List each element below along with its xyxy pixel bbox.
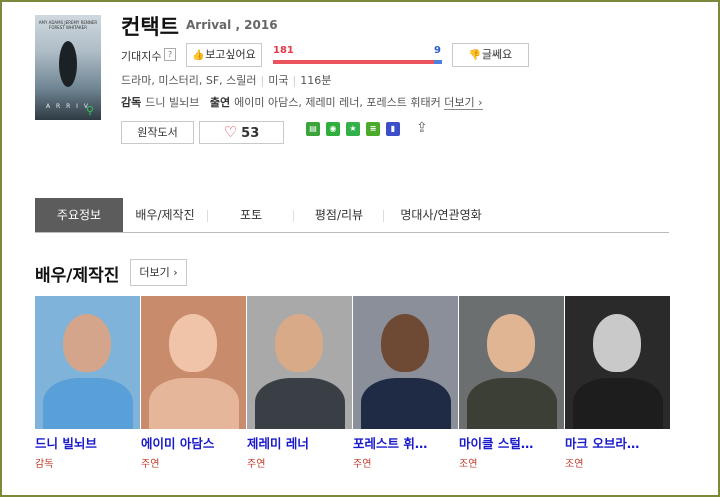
genre-1[interactable]: 드라마 bbox=[121, 74, 151, 87]
tab-main-info[interactable]: 주요정보 bbox=[35, 198, 123, 232]
cast-link[interactable]: 에이미 아담스, 제레미 레너, 포레스트 휘태커 bbox=[234, 96, 441, 109]
person-name-link[interactable]: 포레스트 휘… bbox=[353, 433, 458, 452]
like-button[interactable]: ♡ 53 bbox=[199, 121, 284, 144]
original-book-button[interactable]: 원작도서 bbox=[121, 121, 194, 144]
person-role: 조연 bbox=[459, 459, 478, 470]
person-photo[interactable] bbox=[141, 296, 246, 429]
poster-shell-shape bbox=[59, 41, 77, 87]
person-body-shape bbox=[43, 378, 133, 429]
expectation-label: 기대지수 bbox=[121, 50, 162, 63]
person-name-link[interactable]: 에이미 아담스 bbox=[141, 433, 246, 452]
tab-reviews[interactable]: 평점/리뷰 bbox=[299, 198, 379, 232]
thumbs-up-icon: 👍 bbox=[192, 50, 205, 61]
runtime: 116분 bbox=[300, 74, 332, 87]
genre-2[interactable]: 미스터리 bbox=[158, 74, 198, 87]
dislike-button-label: 글쎄요 bbox=[481, 48, 513, 61]
person-face-shape bbox=[593, 314, 641, 372]
person-name-link[interactable]: 마크 오브라… bbox=[565, 433, 670, 452]
tab-photo[interactable]: 포토 bbox=[213, 198, 289, 232]
dislike-ratio-bar bbox=[434, 60, 442, 64]
person-photo[interactable] bbox=[35, 296, 140, 429]
person-face-shape bbox=[275, 314, 323, 372]
country[interactable]: 미국 bbox=[268, 74, 288, 87]
want-button[interactable]: 👍보고싶어요 bbox=[186, 43, 262, 67]
person-body-shape bbox=[149, 378, 239, 429]
want-button-label: 보고싶어요 bbox=[205, 48, 256, 61]
want-count: 181 bbox=[273, 45, 294, 56]
tab-quotes-related[interactable]: 명대사/연관영화 bbox=[389, 198, 493, 232]
like-count: 53 bbox=[241, 126, 260, 141]
movie-title: 컨택트 bbox=[121, 15, 179, 39]
person-photo[interactable] bbox=[459, 296, 564, 429]
director-link[interactable]: 드니 빌뇌브 bbox=[145, 96, 199, 109]
tab-divider bbox=[207, 210, 208, 222]
service-icon-5[interactable]: ▮ bbox=[386, 122, 400, 136]
credits-more-link[interactable]: 더보기 › bbox=[444, 96, 483, 110]
genre-4[interactable]: 스릴러 bbox=[226, 74, 256, 87]
director-label: 감독 bbox=[121, 96, 142, 109]
service-icon-1[interactable]: ▤ bbox=[306, 122, 320, 136]
person-face-shape bbox=[63, 314, 111, 372]
person-face-shape bbox=[169, 314, 217, 372]
service-icon-3[interactable]: ★ bbox=[346, 122, 360, 136]
person-body-shape bbox=[573, 378, 663, 429]
share-icon[interactable]: ⇪ bbox=[416, 120, 428, 136]
dislike-count: 9 bbox=[434, 45, 441, 56]
person-body-shape bbox=[361, 378, 451, 429]
tab-cast-crew[interactable]: 배우/제작진 bbox=[123, 198, 207, 232]
service-icon-4[interactable]: ≡ bbox=[366, 122, 380, 136]
person-body-shape bbox=[255, 378, 345, 429]
section-more-button[interactable]: 더보기 › bbox=[130, 259, 187, 286]
tab-divider bbox=[383, 210, 384, 222]
person-name-link[interactable]: 드니 빌뇌브 bbox=[35, 433, 140, 452]
person-photo[interactable] bbox=[353, 296, 458, 429]
person-body-shape bbox=[467, 378, 557, 429]
tab-divider bbox=[293, 210, 294, 222]
person-face-shape bbox=[381, 314, 429, 372]
service-icon-2[interactable]: ◉ bbox=[326, 122, 340, 136]
dislike-button[interactable]: 👎글쎄요 bbox=[452, 43, 529, 67]
person-name-link[interactable]: 마이클 스털… bbox=[459, 433, 564, 452]
want-ratio-bar bbox=[273, 60, 434, 64]
heart-icon: ♡ bbox=[223, 123, 238, 141]
tab-bar: 주요정보 배우/제작진 포토 평점/리뷰 명대사/연관영화 bbox=[35, 198, 669, 233]
person-role: 주연 bbox=[141, 459, 160, 470]
person-role: 주연 bbox=[353, 459, 372, 470]
thumbs-down-icon: 👎 bbox=[468, 50, 482, 61]
person-role: 감독 bbox=[35, 459, 54, 470]
cast-label: 출연 bbox=[209, 96, 231, 109]
movie-poster[interactable]: AMY ADAMS JEREMY RENNER FOREST WHITAKER … bbox=[35, 15, 101, 120]
poster-top-text: AMY ADAMS JEREMY RENNER FOREST WHITAKER bbox=[38, 20, 98, 30]
person-photo[interactable] bbox=[565, 296, 670, 429]
person-photo[interactable] bbox=[247, 296, 352, 429]
genre-3[interactable]: SF bbox=[206, 74, 219, 87]
genre-line: 드라마, 미스터리, SF, 스릴러 | 미국 | 116분 bbox=[121, 74, 332, 87]
person-face-shape bbox=[487, 314, 535, 372]
magnify-icon[interactable]: ⚲ bbox=[86, 105, 98, 117]
movie-subtitle: Arrival , 2016 bbox=[186, 18, 278, 32]
help-icon[interactable]: ? bbox=[164, 48, 176, 61]
person-name-link[interactable]: 제레미 레너 bbox=[247, 433, 352, 452]
credit-line: 감독 드니 빌뇌브 출연 에이미 아담스, 제레미 레너, 포레스트 휘태커 더보기… bbox=[121, 94, 483, 110]
person-role: 조연 bbox=[565, 459, 584, 470]
section-title: 배우/제작진 bbox=[35, 266, 120, 286]
person-role: 주연 bbox=[247, 459, 266, 470]
